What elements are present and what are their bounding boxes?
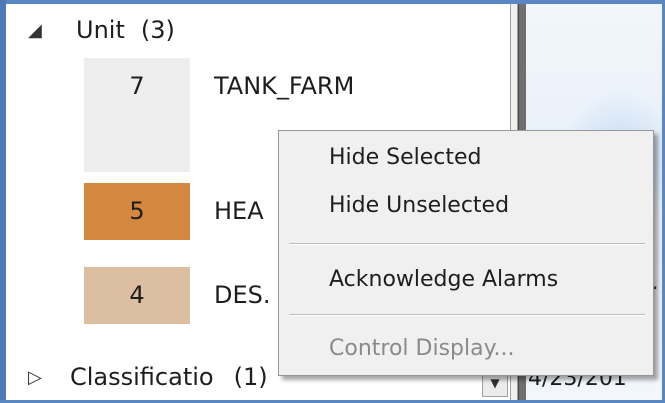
triangle-right-icon[interactable]: ▷ bbox=[28, 367, 48, 388]
menu-separator bbox=[289, 243, 645, 245]
menu-item-acknowledge-alarms[interactable]: Acknowledge Alarms bbox=[329, 267, 558, 292]
window-border-left bbox=[0, 0, 6, 403]
application-window: ◢ Unit (3) 7 TANK_FARM 5 HEA 4 DES. ▷ Cl… bbox=[0, 0, 665, 403]
group-count: (3) bbox=[140, 16, 175, 44]
tree-group-unit[interactable]: ◢ Unit (3) bbox=[28, 10, 175, 50]
window-border-top bbox=[0, 0, 665, 4]
menu-item-hide-unselected[interactable]: Hide Unselected bbox=[329, 193, 509, 218]
group-label: Unit bbox=[76, 16, 125, 44]
menu-separator bbox=[289, 314, 645, 316]
triangle-down-icon[interactable]: ◢ bbox=[28, 20, 48, 41]
menu-item-hide-selected[interactable]: Hide Selected bbox=[329, 145, 482, 170]
context-menu: Hide Selected Hide Unselected Acknowledg… bbox=[278, 130, 654, 376]
unit-number: 7 bbox=[129, 72, 145, 100]
group-count: (1) bbox=[233, 363, 268, 391]
unit-number: 5 bbox=[129, 197, 145, 225]
menu-item-control-display: Control Display... bbox=[329, 336, 515, 361]
tree-group-classification[interactable]: ▷ Classificatio (1) bbox=[28, 357, 268, 397]
unit-name: TANK_FARM bbox=[214, 72, 355, 100]
group-label: Classificatio bbox=[70, 363, 214, 391]
unit-row-7[interactable]: 7 TANK_FARM bbox=[84, 58, 420, 172]
unit-number: 4 bbox=[129, 281, 145, 309]
unit-name: HEA bbox=[214, 197, 264, 225]
unit-name: DES. bbox=[214, 281, 271, 309]
